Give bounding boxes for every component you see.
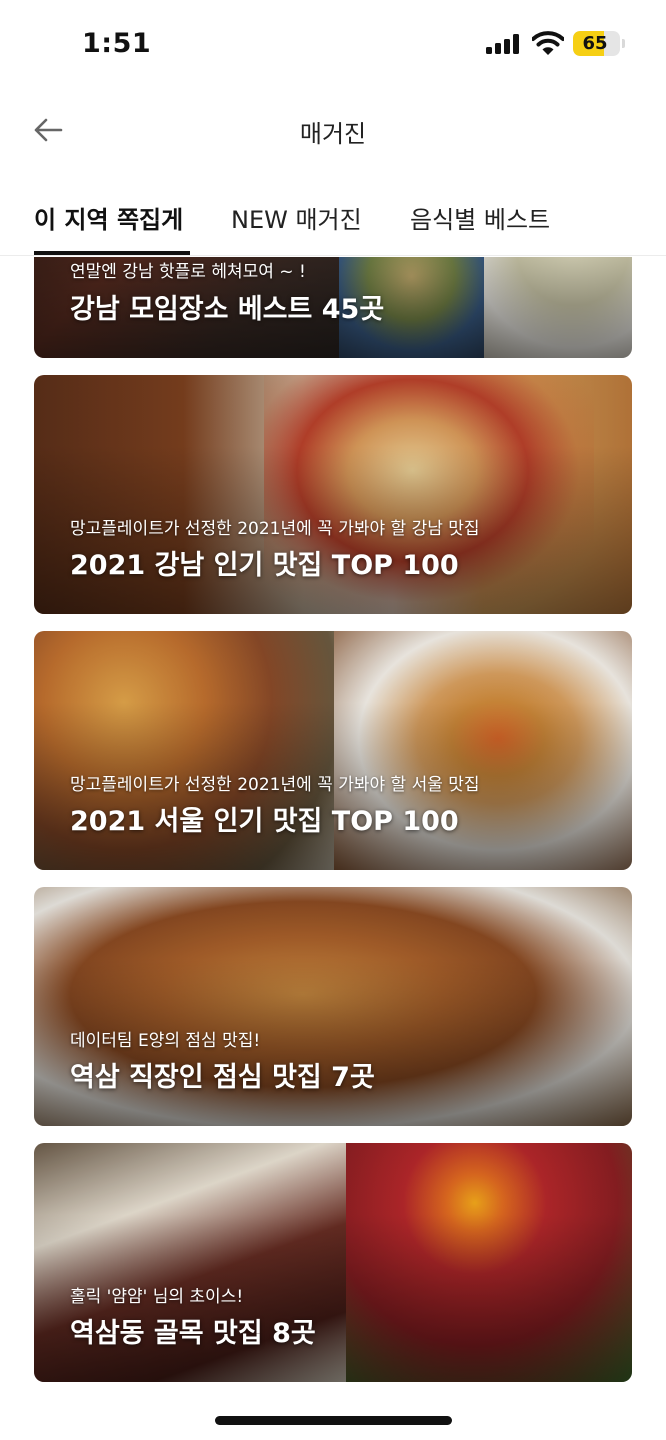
card-title: 2021 강남 인기 맛집 TOP 100 — [70, 550, 459, 581]
card-subtitle: 홀릭 '얌얌' 님의 초이스! — [70, 1287, 244, 1307]
home-indicator[interactable] — [215, 1416, 452, 1425]
magazine-card[interactable]: 데이터팀 E양의 점심 맛집! 역삼 직장인 점심 맛집 7곳 — [34, 887, 632, 1126]
magazine-card[interactable]: 홀릭 '얌얌' 님의 초이스! 역삼동 골목 맛집 8곳 — [34, 1143, 632, 1382]
card-subtitle: 망고플레이트가 선정한 2021년에 꼭 가봐야 할 서울 맛집 — [70, 775, 480, 795]
active-tab-indicator — [34, 251, 190, 255]
wifi-icon — [532, 31, 564, 55]
page-title: 매거진 — [299, 120, 367, 148]
status-bar: 1:51 65 — [0, 0, 666, 90]
card-title: 역삼 직장인 점심 맛집 7곳 — [70, 1062, 375, 1093]
magazine-card[interactable]: 망고플레이트가 선정한 2021년에 꼭 가봐야 할 강남 맛집 2021 강남… — [34, 375, 632, 614]
tab-local-picks[interactable]: 이 지역 쪽집게 — [34, 200, 183, 235]
magazine-feed[interactable]: 연말엔 강남 핫플로 헤쳐모여 ~ ! 강남 모임장소 베스트 45곳 망고플레… — [0, 257, 666, 1390]
card-title: 2021 서울 인기 맛집 TOP 100 — [70, 806, 459, 837]
card-title: 강남 모임장소 베스트 45곳 — [70, 294, 385, 325]
card-title: 역삼동 골목 맛집 8곳 — [70, 1318, 316, 1349]
card-subtitle: 연말엔 강남 핫플로 헤쳐모여 ~ ! — [70, 262, 306, 282]
magazine-card[interactable]: 망고플레이트가 선정한 2021년에 꼭 가봐야 할 서울 맛집 2021 서울… — [34, 631, 632, 870]
status-time: 1:51 — [82, 28, 152, 59]
cellular-signal-icon — [486, 34, 520, 54]
magazine-card[interactable]: 연말엔 강남 핫플로 헤쳐모여 ~ ! 강남 모임장소 베스트 45곳 — [34, 257, 632, 358]
card-subtitle: 망고플레이트가 선정한 2021년에 꼭 가봐야 할 강남 맛집 — [70, 519, 480, 539]
tab-food-best[interactable]: 음식별 베스트 — [410, 200, 550, 235]
tab-new-magazine[interactable]: NEW 매거진 — [231, 200, 362, 235]
tab-bar: 이 지역 쪽집게 NEW 매거진 음식별 베스트 — [0, 180, 666, 256]
nav-header: 매거진 — [0, 90, 666, 170]
card-subtitle: 데이터팀 E양의 점심 맛집! — [70, 1031, 261, 1051]
battery-icon: 65 — [573, 31, 620, 56]
battery-nub — [622, 39, 625, 48]
battery-level-label: 65 — [582, 33, 608, 54]
